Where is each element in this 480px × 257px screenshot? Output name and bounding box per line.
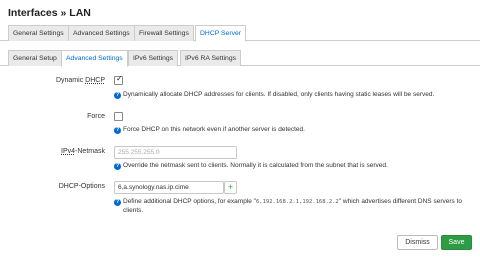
dialog-title: Interfaces » LAN [8, 7, 91, 19]
dynamic-dhcp-checkbox[interactable]: ✓ [114, 74, 123, 85]
dhcp-abbr: DHCP [85, 77, 105, 84]
force-checkbox[interactable] [114, 112, 123, 121]
force-label: Force [87, 113, 105, 120]
dhcp-options-help-prefix: Define additional DHCP options, for exam… [123, 198, 256, 205]
netmask-input[interactable] [114, 146, 237, 159]
tab-general-settings[interactable]: General Settings [8, 25, 69, 41]
dynamic-dhcp-help: ? Dynamically allocate DHCP addresses fo… [114, 91, 470, 100]
help-icon: ? [114, 198, 121, 206]
check-icon: ✓ [116, 74, 123, 83]
netmask-label-suffix: -Netmask [75, 148, 105, 155]
tab-sub-advanced-settings[interactable]: Advanced Settings [61, 50, 128, 67]
help-icon: ? [114, 91, 121, 99]
dynamic-dhcp-help-text: Dynamically allocate DHCP addresses for … [123, 91, 435, 98]
netmask-help: ? Override the netmask sent to clients. … [114, 162, 470, 171]
ipv4-abbr: IPv4 [61, 148, 76, 155]
netmask-label: IPv4-Netmask [61, 148, 105, 155]
add-option-button[interactable]: + [224, 181, 237, 194]
netmask-help-text: Override the netmask sent to clients. No… [123, 162, 388, 169]
sub-tab-bar: General Setup Advanced Settings IPv6 Set… [0, 50, 480, 67]
force-help: ? Force DHCP on this network even if ano… [114, 126, 470, 135]
dhcp-options-label: DHCP-Options [58, 183, 105, 190]
tab-dhcp-server[interactable]: DHCP Server [195, 25, 247, 42]
dhcp-options-input[interactable] [114, 181, 224, 194]
dismiss-button[interactable]: Dismiss [397, 235, 438, 250]
force-help-text: Force DHCP on this network even if anoth… [123, 126, 305, 133]
tab-general-setup[interactable]: General Setup [8, 50, 62, 66]
dhcp-options-example: 6,192.168.2.1,192.168.2.2 [255, 199, 339, 205]
tab-ipv6-settings[interactable]: IPv6 Settings [128, 50, 179, 66]
dhcp-options-help: ? Define additional DHCP options, for ex… [114, 198, 470, 215]
dynamic-dhcp-label: Dynamic DHCP [56, 77, 105, 84]
dialog: Interfaces » LAN General Settings Advanc… [0, 0, 480, 257]
main-tab-bar: General Settings Advanced Settings Firew… [0, 25, 480, 42]
save-button[interactable]: Save [441, 235, 472, 250]
dhcp-options-help-text: Define additional DHCP options, for exam… [123, 198, 470, 215]
help-icon: ? [114, 162, 121, 170]
help-icon: ? [114, 126, 121, 134]
tab-firewall-settings[interactable]: Firewall Settings [134, 25, 194, 41]
tab-advanced-settings[interactable]: Advanced Settings [68, 25, 135, 41]
dynamic-dhcp-label-prefix: Dynamic [55, 77, 86, 84]
tab-ipv6-ra-settings[interactable]: IPv6 RA Settings [180, 50, 242, 66]
